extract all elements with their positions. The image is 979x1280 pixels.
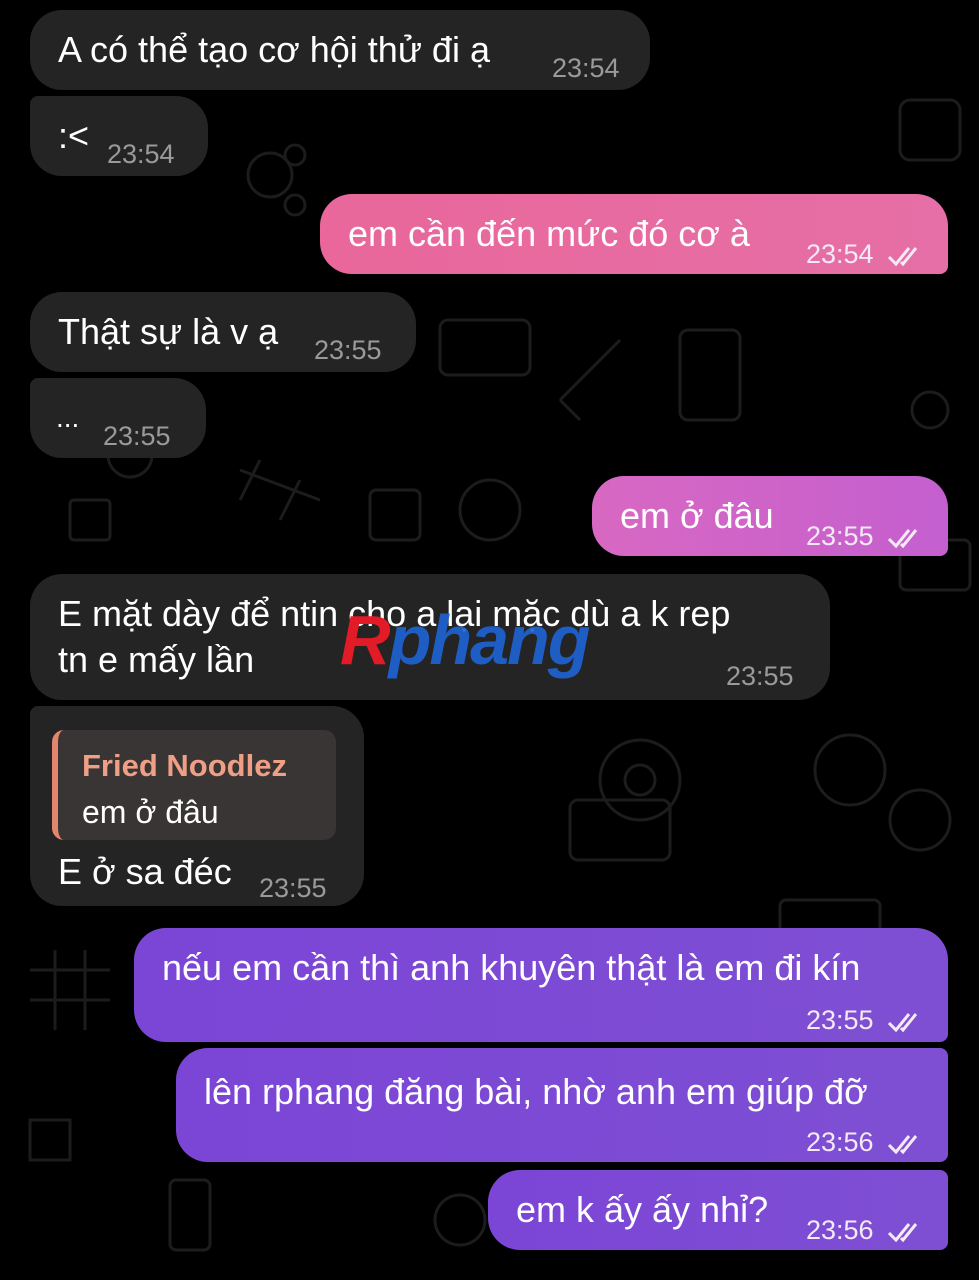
- message-text: lên rphang đăng bài, nhờ anh em giúp đỡ: [204, 1071, 868, 1112]
- message-outgoing[interactable]: nếu em cần thì anh khuyên thật là em đi …: [134, 928, 948, 1042]
- message-text: :<: [58, 115, 90, 156]
- message-time: 23:54: [552, 53, 620, 83]
- message-text: ...: [56, 402, 80, 433]
- message-time: 23:56: [806, 1215, 874, 1245]
- message-text-line-2: tn e mấy lần: [58, 639, 255, 680]
- message-time: 23:54: [806, 239, 874, 269]
- reply-text: em ở đâu: [82, 794, 219, 830]
- message-text: E ở sa đéc: [58, 851, 232, 892]
- double-check-icon: [888, 1222, 918, 1243]
- message-text: em ở đâu: [620, 495, 774, 536]
- message-time: 23:55: [806, 1005, 874, 1035]
- double-check-icon: [888, 1134, 918, 1155]
- message-outgoing[interactable]: em k ấy ấy nhỉ? 23:56: [488, 1170, 948, 1250]
- message-incoming[interactable]: A có thể tạo cơ hội thử đi ạ 23:54: [30, 10, 650, 90]
- message-text: Thật sự là v ạ: [58, 311, 279, 352]
- message-incoming-reply[interactable]: Fried Noodlez em ở đâu E ở sa đéc 23:55: [30, 706, 364, 906]
- double-check-icon: [888, 1012, 918, 1033]
- reply-author: Fried Noodlez: [82, 748, 287, 783]
- message-time: 23:56: [806, 1127, 874, 1157]
- message-text: nếu em cần thì anh khuyên thật là em đi …: [162, 947, 861, 988]
- rphang-watermark-logo: Rphang: [340, 601, 591, 679]
- double-check-icon: [888, 246, 918, 267]
- message-text: A có thể tạo cơ hội thử đi ạ: [58, 29, 490, 70]
- double-check-icon: [888, 528, 918, 549]
- message-outgoing[interactable]: em cần đến mức đó cơ à 23:54: [320, 194, 948, 274]
- message-time: 23:55: [103, 421, 171, 451]
- message-text: em cần đến mức đó cơ à: [348, 213, 750, 254]
- message-incoming[interactable]: :< 23:54: [30, 96, 208, 176]
- message-time: 23:55: [806, 521, 874, 551]
- message-time: 23:55: [314, 335, 382, 365]
- message-time: 23:55: [259, 873, 327, 903]
- message-text: em k ấy ấy nhỉ?: [516, 1189, 769, 1230]
- reply-quote[interactable]: Fried Noodlez em ở đâu: [52, 730, 336, 840]
- message-time: 23:54: [107, 139, 175, 169]
- message-incoming[interactable]: Thật sự là v ạ 23:55: [30, 292, 416, 372]
- message-outgoing[interactable]: em ở đâu 23:55: [592, 476, 948, 556]
- message-time: 23:55: [726, 661, 794, 691]
- message-outgoing[interactable]: lên rphang đăng bài, nhờ anh em giúp đỡ …: [176, 1048, 948, 1162]
- message-incoming[interactable]: ... 23:55: [30, 378, 206, 458]
